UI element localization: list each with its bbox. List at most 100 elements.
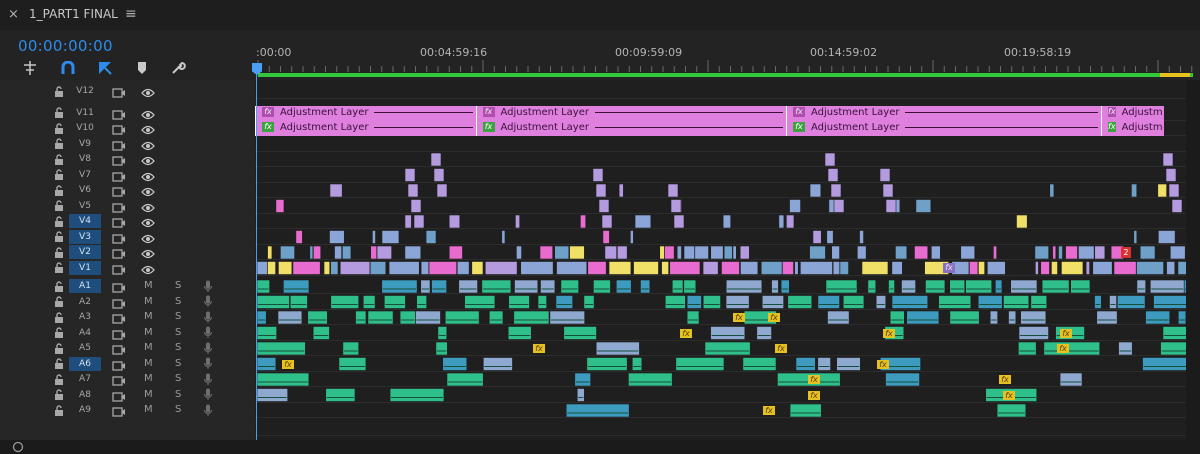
track-lock-icon[interactable] (54, 137, 64, 151)
track-sync-lock-icon[interactable] (112, 247, 126, 261)
track-label-a9[interactable]: A9 (69, 403, 101, 417)
track-label-v10[interactable]: V10 (69, 121, 101, 135)
voiceover-record-mic-icon[interactable] (203, 388, 213, 402)
track-label-a1[interactable]: A1 (69, 279, 101, 293)
adjustment-layer-clip[interactable]: fx Adjustment Layer fx Adjustment Layer (255, 105, 476, 136)
track-sync-lock-icon[interactable] (112, 328, 126, 342)
track-visibility-eye-icon[interactable] (141, 86, 155, 100)
close-tab-icon[interactable]: × (8, 7, 19, 22)
track-sync-lock-icon[interactable] (112, 343, 126, 357)
track-mute-button[interactable]: M (144, 296, 153, 307)
track-mute-button[interactable]: M (144, 311, 153, 322)
track-visibility-eye-icon[interactable] (141, 123, 155, 137)
track-lock-icon[interactable] (54, 326, 64, 340)
track-sync-lock-icon[interactable] (112, 390, 126, 404)
track-sync-lock-icon[interactable] (112, 170, 126, 184)
timeline-tracks[interactable]: fx Adjustment Layer fx Adjustment Layer fx Ad… (255, 80, 1200, 440)
voiceover-record-mic-icon[interactable] (203, 279, 213, 293)
track-mute-button[interactable]: M (144, 327, 153, 338)
add-marker-icon[interactable] (132, 59, 152, 77)
track-label-v9[interactable]: V9 (69, 137, 101, 151)
track-label-a5[interactable]: A5 (69, 341, 101, 355)
track-label-v6[interactable]: V6 (69, 183, 101, 197)
track-lock-icon[interactable] (54, 152, 64, 166)
track-sync-lock-icon[interactable] (112, 108, 126, 122)
voiceover-record-mic-icon[interactable] (203, 310, 213, 324)
track-visibility-eye-icon[interactable] (141, 216, 155, 230)
track-label-v8[interactable]: V8 (69, 152, 101, 166)
voiceover-record-mic-icon[interactable] (203, 341, 213, 355)
track-sync-lock-icon[interactable] (112, 374, 126, 388)
track-label-a3[interactable]: A3 (69, 310, 101, 324)
panel-menu-icon[interactable]: ≡ (125, 6, 137, 22)
snap-icon[interactable] (58, 59, 78, 77)
track-label-v3[interactable]: V3 (69, 229, 101, 244)
track-label-v11[interactable]: V11 (69, 106, 101, 120)
track-label-v12[interactable]: V12 (69, 84, 101, 98)
track-lock-icon[interactable] (54, 357, 64, 371)
vertical-scrollbar[interactable] (1186, 80, 1200, 440)
track-lock-icon[interactable] (54, 245, 64, 259)
track-solo-button[interactable]: S (175, 327, 181, 338)
adjustment-layer-clip[interactable]: fx Adjustment Layer fx Adjustment Layer (786, 105, 1101, 136)
track-lock-icon[interactable] (54, 84, 64, 98)
track-mute-button[interactable]: M (144, 389, 153, 400)
playhead-line[interactable] (256, 72, 257, 440)
track-lock-icon[interactable] (54, 183, 64, 197)
track-visibility-eye-icon[interactable] (141, 247, 155, 261)
track-sync-lock-icon[interactable] (112, 86, 126, 100)
track-mute-button[interactable]: M (144, 342, 153, 353)
track-sync-lock-icon[interactable] (112, 297, 126, 311)
track-visibility-eye-icon[interactable] (141, 154, 155, 168)
track-visibility-eye-icon[interactable] (141, 170, 155, 184)
track-mute-button[interactable]: M (144, 280, 153, 291)
track-sync-lock-icon[interactable] (112, 216, 126, 230)
track-solo-button[interactable]: S (175, 389, 181, 400)
voiceover-record-mic-icon[interactable] (203, 357, 213, 371)
track-lock-icon[interactable] (54, 310, 64, 324)
track-lock-icon[interactable] (54, 261, 64, 275)
track-lock-icon[interactable] (54, 341, 64, 355)
track-label-v1[interactable]: V1 (69, 260, 101, 275)
track-sync-lock-icon[interactable] (112, 281, 126, 295)
track-label-v2[interactable]: V2 (69, 245, 101, 259)
voiceover-record-mic-icon[interactable] (203, 372, 213, 386)
track-lock-icon[interactable] (54, 230, 64, 244)
track-lock-icon[interactable] (54, 403, 64, 417)
track-lock-icon[interactable] (54, 372, 64, 386)
track-sync-lock-icon[interactable] (112, 139, 126, 153)
track-label-a6[interactable]: A6 (69, 356, 101, 371)
track-mute-button[interactable]: M (144, 373, 153, 384)
track-label-v4[interactable]: V4 (69, 214, 101, 228)
track-visibility-eye-icon[interactable] (141, 139, 155, 153)
track-lock-icon[interactable] (54, 295, 64, 309)
insert-edit-icon[interactable] (20, 59, 40, 77)
track-label-v5[interactable]: V5 (69, 199, 101, 213)
adjustment-layer-clip[interactable]: fx Adjustment Layer fx Adjustment Layer (475, 105, 786, 136)
track-solo-button[interactable]: S (175, 404, 181, 415)
track-label-a4[interactable]: A4 (69, 326, 101, 340)
track-solo-button[interactable]: S (175, 342, 181, 353)
linked-selection-icon[interactable] (95, 59, 115, 77)
track-visibility-eye-icon[interactable] (141, 263, 155, 277)
track-label-a2[interactable]: A2 (69, 295, 101, 309)
track-label-a8[interactable]: A8 (69, 388, 101, 402)
track-sync-lock-icon[interactable] (112, 232, 126, 246)
track-sync-lock-icon[interactable] (112, 154, 126, 168)
sequence-tab-title[interactable]: 1_PART1 FINAL (29, 7, 118, 21)
settings-wrench-icon[interactable] (168, 59, 188, 77)
track-solo-button[interactable]: S (175, 373, 181, 384)
track-label-a7[interactable]: A7 (69, 372, 101, 386)
track-sync-lock-icon[interactable] (112, 263, 126, 277)
track-visibility-eye-icon[interactable] (141, 201, 155, 215)
track-lock-icon[interactable] (54, 279, 64, 293)
track-visibility-eye-icon[interactable] (141, 108, 155, 122)
voiceover-record-mic-icon[interactable] (203, 403, 213, 417)
track-lock-icon[interactable] (54, 214, 64, 228)
track-solo-button[interactable]: S (175, 311, 181, 322)
track-solo-button[interactable]: S (175, 358, 181, 369)
track-lock-icon[interactable] (54, 106, 64, 120)
horizontal-zoom-bar[interactable] (0, 440, 1200, 454)
track-sync-lock-icon[interactable] (112, 201, 126, 215)
track-lock-icon[interactable] (54, 168, 64, 182)
